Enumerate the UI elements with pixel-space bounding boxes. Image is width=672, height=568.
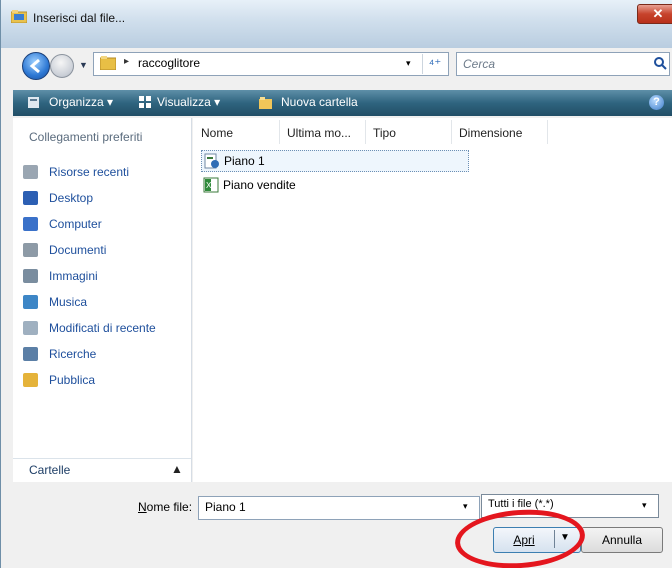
back-button[interactable] [22,52,50,80]
column-name-label: Nome [201,126,234,140]
filename-label: Nome file: [138,500,192,514]
filename-dropdown[interactable]: ▾ [463,501,468,512]
breadcrumb-current[interactable]: raccoglitore [138,56,200,70]
sidebar-item-label: Documenti [49,243,107,257]
file-list: Nome Ultima mo... Tipo Dimensione Piano … [193,118,672,482]
breadcrumb-separator[interactable]: ▸ [124,56,129,67]
svg-text:X: X [206,181,212,190]
close-button[interactable]: ✕ [637,4,672,24]
cancel-button[interactable]: Annulla [581,527,663,553]
folders-label: Cartelle [29,463,71,477]
search-placeholder: Cerca [463,57,496,71]
sidebar-item-label: Risorse recenti [49,165,130,179]
address-bar[interactable]: ▸ raccoglitore ▾ ⁴⁺ [93,52,449,76]
chevron-down-icon[interactable]: ▾ [642,500,647,511]
cancel-button-label: Annulla [601,533,643,547]
file-name: Piano 1 [224,154,265,168]
sidebar-item-label: Modificati di recente [49,321,156,335]
command-bar: Organizza ▾ Visualizza ▾ Nuova cartella … [13,90,672,116]
organize-button[interactable]: Organizza ▾ [49,95,113,109]
sidebar-item-computer[interactable]: Computer [23,214,191,234]
window-title: Inserisci dal file... [33,11,126,25]
pictures-icon [23,269,38,283]
filename-label-text: ome file: [146,500,193,514]
sidebar-item-label: Computer [49,217,102,231]
sidebar-item-label: Ricerche [49,347,97,361]
folder-icon [100,56,116,70]
chevron-up-icon[interactable]: ▲ [171,462,183,476]
search-icon[interactable] [653,56,667,70]
public-folder-icon [23,373,38,387]
favorite-links-header: Collegamenti preferiti [29,130,143,144]
column-type[interactable]: Tipo [365,120,452,144]
views-icon [139,96,151,108]
column-type-label: Tipo [373,126,396,140]
forward-button[interactable] [50,54,74,78]
filename-value[interactable]: Piano 1 [205,500,246,514]
sidebar-item-searches[interactable]: Ricerche [23,344,191,364]
sidebar-item-label: Immagini [49,269,98,283]
refresh-icon[interactable]: ⁴⁺ [422,54,447,74]
new-folder-button[interactable]: Nuova cartella [281,95,358,109]
music-icon [23,295,38,309]
recent-pages-dropdown[interactable]: ▼ [79,60,88,70]
desktop-icon [23,191,38,205]
arrow-left-icon [29,58,40,74]
project-file-icon [204,153,219,169]
column-modified[interactable]: Ultima mo... [279,120,366,144]
column-name[interactable]: Nome [193,120,280,144]
excel-file-icon: X [203,177,219,193]
column-modified-label: Ultima mo... [287,126,352,140]
filename-field[interactable]: Piano 1 ▾ [198,496,480,520]
filename-label-mnemonic: N [138,500,147,514]
organize-icon [28,97,39,108]
sidebar-item-documents[interactable]: Documenti [23,240,191,260]
address-dropdown[interactable]: ▾ [406,58,411,69]
sidebar-item-recent[interactable]: Risorse recenti [23,162,191,182]
computer-icon [23,217,38,231]
search-input[interactable]: Cerca [456,52,670,76]
folders-toggle[interactable]: Cartelle ▲ [13,458,191,483]
sidebar-item-music[interactable]: Musica [23,292,191,312]
help-icon[interactable]: ? [649,95,664,110]
title-bar: Inserisci dal file... ✕ ▼ ▸ raccoglitore… [1,0,672,80]
column-size[interactable]: Dimensione [451,120,548,144]
sidebar-item-desktop[interactable]: Desktop [23,188,191,208]
new-folder-icon [259,97,272,109]
navigation-pane: Collegamenti preferiti Risorse recenti D… [13,118,192,482]
column-size-label: Dimensione [459,126,523,140]
recently-changed-icon [23,321,38,335]
sidebar-item-recently-changed[interactable]: Modificati di recente [23,318,191,338]
recent-icon [23,165,38,179]
sidebar-item-label: Pubblica [49,373,96,387]
views-button[interactable]: Visualizza ▾ [157,95,220,109]
sidebar-item-pictures[interactable]: Immagini [23,266,191,286]
sidebar-item-public[interactable]: Pubblica [23,370,191,390]
insert-from-file-dialog: Inserisci dal file... ✕ ▼ ▸ raccoglitore… [0,0,672,568]
folder-icon [11,10,27,23]
sidebar-item-label: Musica [49,295,88,309]
sidebar-item-label: Desktop [49,191,94,205]
file-name: Piano vendite [223,178,296,192]
documents-icon [23,243,38,257]
file-row[interactable]: Piano 1 [201,150,469,172]
searches-icon [23,347,38,361]
file-row[interactable]: X Piano vendite [201,175,467,195]
file-type-value: Tutti i file (*.*) [488,498,554,510]
